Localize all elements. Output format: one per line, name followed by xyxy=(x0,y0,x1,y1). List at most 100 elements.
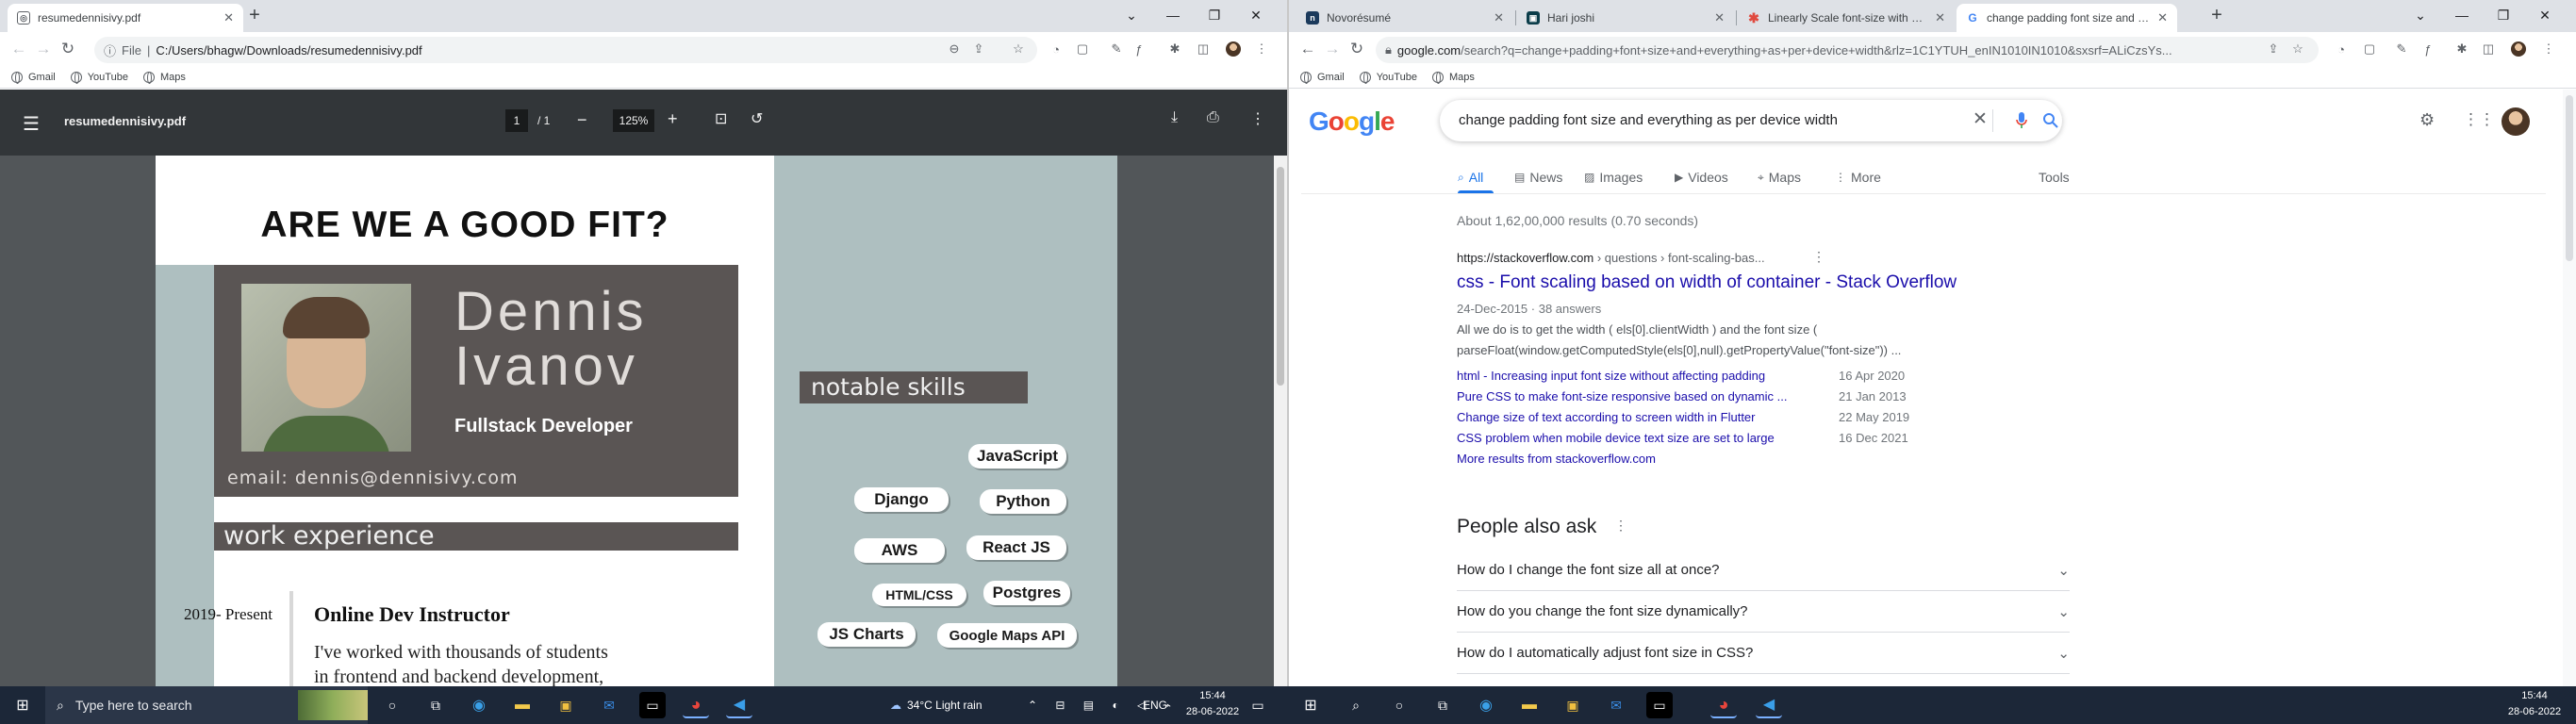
mail-icon[interactable]: ✉ xyxy=(596,692,622,718)
reload-button[interactable]: ↻ xyxy=(58,41,77,58)
minimize-button[interactable]: — xyxy=(2441,0,2483,30)
taskbar-search-box[interactable]: ⌕ Type here to search xyxy=(45,686,368,724)
result-options-icon[interactable]: ⋮ xyxy=(1812,249,1825,265)
share-icon[interactable]: ⇪ xyxy=(971,41,986,57)
account-avatar[interactable] xyxy=(2502,107,2530,136)
scrollbar-thumb[interactable] xyxy=(2566,95,2573,261)
address-bar[interactable]: ⓘ File | C:/Users/bhagw/Downloads/resume… xyxy=(94,37,1037,63)
rotate-icon[interactable]: ↺ xyxy=(751,109,763,128)
task-view-icon[interactable]: ⧉ xyxy=(1429,692,1456,718)
bookmark-star-icon[interactable]: ☆ xyxy=(1011,41,1026,57)
tab-all[interactable]: ⌕ All xyxy=(1458,170,1483,185)
bookmark-youtube[interactable]: YouTube xyxy=(1359,71,1417,84)
scrollbar-thumb[interactable] xyxy=(1277,167,1284,386)
menu-icon[interactable]: ⋮ xyxy=(1254,41,1269,57)
close-tab-icon[interactable]: ✕ xyxy=(1494,10,1504,25)
clock[interactable]: 15:44 28-06-2022 xyxy=(1182,688,1243,720)
print-icon[interactable]: ⎙ xyxy=(1207,109,1219,126)
bookmark-youtube[interactable]: YouTube xyxy=(70,71,128,84)
search-icon[interactable]: ⌕ xyxy=(1343,692,1369,718)
back-button[interactable]: ← xyxy=(1298,41,1317,58)
zoom-icon[interactable]: ⊖ xyxy=(947,41,962,57)
extension-icon[interactable]: ✎ xyxy=(2394,41,2409,57)
result-url[interactable]: https://stackoverflow.com › questions › … xyxy=(1457,251,1765,265)
tab-google-search[interactable]: G change padding font size and every ✕ xyxy=(1957,4,2177,32)
search-icon[interactable] xyxy=(2042,112,2059,129)
extension-icon[interactable]: ƒ xyxy=(1131,41,1147,57)
tab-search-icon[interactable]: ⌄ xyxy=(2400,0,2441,30)
tab-search-icon[interactable]: ⌄ xyxy=(1111,0,1152,30)
forward-button[interactable]: → xyxy=(34,41,53,58)
extension-icon[interactable]: ▢ xyxy=(1075,41,1090,57)
bookmark-gmail[interactable]: Gmail xyxy=(11,71,56,84)
close-window-button[interactable]: ✕ xyxy=(2524,0,2566,30)
new-tab-button[interactable]: + xyxy=(2205,5,2228,26)
bookmark-star-icon[interactable]: ☆ xyxy=(2290,41,2305,57)
chrome-icon[interactable]: ◕ xyxy=(1710,692,1737,718)
share-icon[interactable]: ⇪ xyxy=(2266,41,2281,57)
bookmark-maps[interactable]: Maps xyxy=(1431,71,1475,84)
paa-question[interactable]: How do I change the font size all at onc… xyxy=(1457,550,2070,591)
tab-css-clamp[interactable]: ✱ Linearly Scale font-size with CSS clam… xyxy=(1738,4,1955,32)
edge-icon[interactable]: ◉ xyxy=(466,692,492,718)
vscode-icon[interactable]: ◀ xyxy=(1756,692,1782,718)
download-icon[interactable]: ⤓ xyxy=(1171,109,1178,126)
chrome-icon[interactable]: ◕ xyxy=(683,692,709,718)
reload-button[interactable]: ↻ xyxy=(1347,41,1366,58)
forward-button[interactable]: → xyxy=(1323,41,1342,58)
more-results-link[interactable]: More results from stackoverflow.com xyxy=(1457,452,1656,466)
tab-videos[interactable]: ▶ Videos xyxy=(1675,170,1728,185)
notification-icon[interactable]: ▭ xyxy=(1245,692,1271,718)
extension-icon[interactable]: ◔ xyxy=(1049,41,1064,57)
menu-icon[interactable]: ⋮ xyxy=(2541,41,2556,57)
file-explorer-icon[interactable]: ▬ xyxy=(509,692,536,718)
sitelink[interactable]: CSS problem when mobile device text size… xyxy=(1457,431,1775,445)
clock[interactable]: 15:44 28-06-2022 xyxy=(2504,688,2565,720)
store-icon[interactable]: ▣ xyxy=(553,692,579,718)
extensions-puzzle-icon[interactable]: ✱ xyxy=(2454,41,2469,57)
paa-question[interactable]: How do you change the font size dynamica… xyxy=(1457,591,2070,633)
tab-maps[interactable]: ⌖ Maps xyxy=(1758,170,1801,185)
extension-icon[interactable]: ƒ xyxy=(2420,41,2436,57)
close-tab-icon[interactable]: ✕ xyxy=(2157,10,2168,25)
terminal-icon[interactable]: ▭ xyxy=(639,692,666,718)
bookmark-gmail[interactable]: Gmail xyxy=(1300,71,1345,84)
sitelink[interactable]: Pure CSS to make font-size responsive ba… xyxy=(1457,389,1787,403)
page-scrollbar[interactable] xyxy=(2563,90,2576,686)
tab-more[interactable]: ⋮ More xyxy=(1835,170,1881,185)
windows-start-icon[interactable]: ⊞ xyxy=(1297,692,1324,718)
tools-button[interactable]: Tools xyxy=(2039,170,2070,185)
cortana-icon[interactable]: ○ xyxy=(1386,692,1412,718)
edge-icon[interactable]: ◉ xyxy=(1473,692,1499,718)
terminal-icon[interactable]: ▭ xyxy=(1646,692,1673,718)
mail-icon[interactable]: ✉ xyxy=(1603,692,1629,718)
fit-page-icon[interactable]: ⊡ xyxy=(715,109,727,128)
more-options-icon[interactable]: ⋮ xyxy=(1250,109,1265,128)
google-logo[interactable]: Google xyxy=(1309,107,1395,137)
zoom-level-input[interactable]: 125% xyxy=(613,109,654,132)
result-title-link[interactable]: css - Font scaling based on width of con… xyxy=(1457,272,1957,293)
mic-icon[interactable] xyxy=(2015,111,2028,130)
close-tab-icon[interactable]: ✕ xyxy=(1714,10,1725,25)
sitelink[interactable]: Change size of text according to screen … xyxy=(1457,410,1756,424)
windows-start-icon[interactable]: ⊞ xyxy=(9,692,36,718)
tab-resume-pdf[interactable]: ◎ resumedennisivy.pdf ✕ xyxy=(8,4,243,32)
search-box[interactable]: change padding font size and everything … xyxy=(1440,100,2062,141)
tab-hari-joshi[interactable]: ▣ Hari joshi ✕ xyxy=(1517,4,1734,32)
weather-widget[interactable]: ☁ 34°C Light rain xyxy=(890,686,983,724)
side-panel-icon[interactable]: ◫ xyxy=(2481,41,2496,57)
new-tab-button[interactable]: + xyxy=(243,5,266,26)
maximize-button[interactable]: ❐ xyxy=(2483,0,2524,30)
bookmark-maps[interactable]: Maps xyxy=(142,71,186,84)
extensions-puzzle-icon[interactable]: ✱ xyxy=(1167,41,1182,57)
page-number-input[interactable]: 1 xyxy=(505,109,528,132)
cortana-icon[interactable]: ○ xyxy=(379,692,405,718)
file-explorer-icon[interactable]: ▬ xyxy=(1516,692,1543,718)
close-tab-icon[interactable]: ✕ xyxy=(223,10,234,25)
extension-icon[interactable]: ◔ xyxy=(2334,41,2349,57)
extension-icon[interactable]: ▢ xyxy=(2362,41,2377,57)
store-icon[interactable]: ▣ xyxy=(1560,692,1586,718)
zoom-in-button[interactable]: + xyxy=(668,109,678,129)
language-indicator[interactable]: ENG xyxy=(1143,686,1167,724)
minimize-button[interactable]: — xyxy=(1152,0,1194,30)
